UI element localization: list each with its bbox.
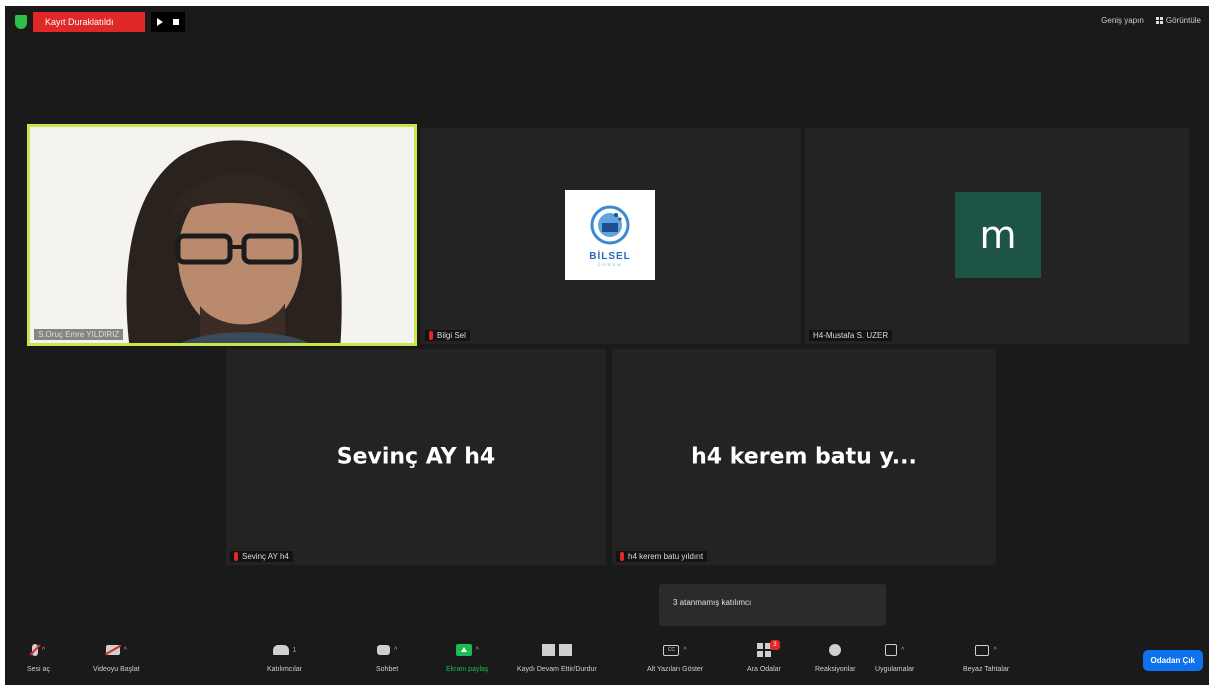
participant-tile-sevinc[interactable]: Sevinç AY h4 Sevinç AY h4: [226, 349, 606, 565]
apps-label: Uygulamalar: [875, 666, 915, 673]
whiteboards-label: Beyaz Tahtalar: [963, 666, 1010, 673]
security-shield-icon[interactable]: [15, 15, 27, 29]
share-screen-label: Ekranı paylaş: [446, 666, 489, 673]
participant-name: Bilgi Sel: [437, 331, 466, 340]
view-button[interactable]: Görüntüle: [1155, 16, 1201, 25]
meeting-window: Kayıt Duraklatıldı Geniş yapın Görüntüle…: [5, 6, 1209, 685]
share-screen-button[interactable]: ^ Ekranı paylaş: [446, 638, 488, 673]
participant-tile-kerem[interactable]: h4 kerem batu y... h4 kerem batu yıldırı…: [612, 349, 996, 565]
avatar: m: [955, 192, 1041, 278]
resume-pause-recording-button[interactable]: Kaydı Devam Ettir/Durdur: [517, 638, 597, 673]
video-options-caret[interactable]: ^: [124, 647, 127, 654]
captions-options-caret[interactable]: ^: [683, 647, 686, 654]
stop-recording-icon[interactable]: [173, 19, 179, 25]
audio-options-caret[interactable]: ^: [42, 647, 45, 654]
start-video-button[interactable]: ^ Videoyu Başlat: [93, 638, 140, 673]
participants-count: 1: [292, 646, 297, 654]
muted-mic-icon: [234, 552, 238, 561]
muted-mic-icon: [620, 552, 624, 561]
reactions-icon: [829, 644, 842, 656]
view-label: Görüntüle: [1165, 16, 1201, 25]
muted-mic-icon: [429, 331, 433, 340]
recording-controls-icon: [541, 644, 572, 656]
breakout-rooms-button[interactable]: 3 Ara Odalar: [747, 638, 781, 673]
participant-name-tag: h4 kerem batu yıldırıt: [616, 551, 708, 562]
resume-pause-recording-label: Kaydı Devam Ettir/Durdur: [517, 666, 597, 673]
reactions-button[interactable]: Reaksiyonlar: [815, 638, 855, 673]
resume-recording-icon[interactable]: [157, 18, 163, 26]
unassigned-participants-popup[interactable]: 3 atanmamış katılımcı: [659, 584, 886, 626]
grid-view-icon: [1155, 17, 1163, 25]
unmute-button[interactable]: ^ Sesi aç: [27, 638, 50, 673]
breakout-rooms-icon: 3: [756, 640, 780, 657]
leave-room-button[interactable]: Odadan Çık: [1142, 650, 1203, 671]
popup-text: 3 atanmamış katılımcı: [673, 598, 752, 607]
participants-button[interactable]: 1 Katılımcılar: [267, 638, 302, 673]
meeting-toolbar: ^ Sesi aç ^ Videoyu Başlat 1 Katılımcıla…: [5, 632, 1209, 685]
participant-name: S.Oruç Emre YILDIRIZ: [38, 330, 120, 339]
participant-tile-video[interactable]: S.Oruç Emre YILDIRIZ: [27, 124, 417, 346]
recording-bar: Kayıt Duraklatıldı: [15, 12, 185, 32]
logo-text: BİLSEL: [589, 251, 631, 262]
participant-video-feed: [126, 140, 342, 343]
share-options-caret[interactable]: ^: [476, 647, 479, 654]
logo-subtext: ÇORUM: [597, 262, 623, 267]
bilsel-logo: BİLSEL ÇORUM: [565, 190, 655, 280]
chat-options-caret[interactable]: ^: [394, 647, 397, 654]
apps-icon: [885, 644, 897, 656]
participant-name: Sevinç AY h4: [242, 552, 289, 561]
reactions-label: Reaksiyonlar: [815, 666, 856, 673]
recording-controls: [151, 12, 185, 32]
chat-button[interactable]: ^ Sohbet: [376, 638, 398, 673]
start-video-label: Videoyu Başlat: [93, 666, 140, 673]
chat-icon: [376, 645, 390, 655]
whiteboard-icon: [975, 644, 990, 656]
participant-display-name: h4 kerem batu y...: [691, 444, 917, 470]
participant-tile-bilgi[interactable]: BİLSEL ÇORUM Bilgi Sel: [421, 128, 801, 344]
participant-name-tag: H4-Mustafa S. UZER: [809, 330, 893, 341]
participant-name-tag: S.Oruç Emre YILDIRIZ: [34, 329, 124, 340]
camera-off-icon: [105, 645, 120, 655]
breakout-rooms-badge: 3: [769, 640, 780, 650]
show-captions-button[interactable]: CC ^ Alt Yazıları Göster: [647, 638, 703, 673]
show-captions-label: Alt Yazıları Göster: [647, 666, 704, 673]
recording-status: Kayıt Duraklatıldı: [33, 12, 145, 32]
apps-button[interactable]: ^ Uygulamalar: [875, 638, 914, 673]
bilsel-emblem-icon: [590, 205, 630, 245]
participant-tile-mustafa[interactable]: m H4-Mustafa S. UZER: [805, 128, 1189, 344]
participants-icon: [272, 645, 289, 655]
participant-name-tag: Bilgi Sel: [425, 330, 470, 341]
breakout-rooms-label: Ara Odalar: [747, 666, 781, 673]
captions-icon: CC: [663, 644, 680, 656]
participant-name: H4-Mustafa S. UZER: [813, 331, 889, 340]
participant-name: h4 kerem batu yıldırıt: [628, 552, 704, 561]
participant-name-tag: Sevinç AY h4: [230, 551, 293, 562]
microphone-muted-icon: [31, 644, 38, 656]
unmute-label: Sesi aç: [27, 666, 50, 673]
whiteboard-options-caret[interactable]: ^: [993, 647, 996, 654]
chat-label: Sohbet: [376, 666, 399, 673]
share-screen-icon: [455, 644, 472, 656]
participant-display-name: Sevinç AY h4: [336, 444, 496, 470]
whiteboards-button[interactable]: ^ Beyaz Tahtalar: [963, 638, 1009, 673]
participants-label: Katılımcılar: [267, 666, 303, 673]
top-right-controls: Geniş yapın Görüntüle: [1101, 16, 1201, 25]
exit-fullscreen-button[interactable]: Geniş yapın: [1101, 16, 1144, 25]
apps-options-caret[interactable]: ^: [901, 647, 904, 654]
